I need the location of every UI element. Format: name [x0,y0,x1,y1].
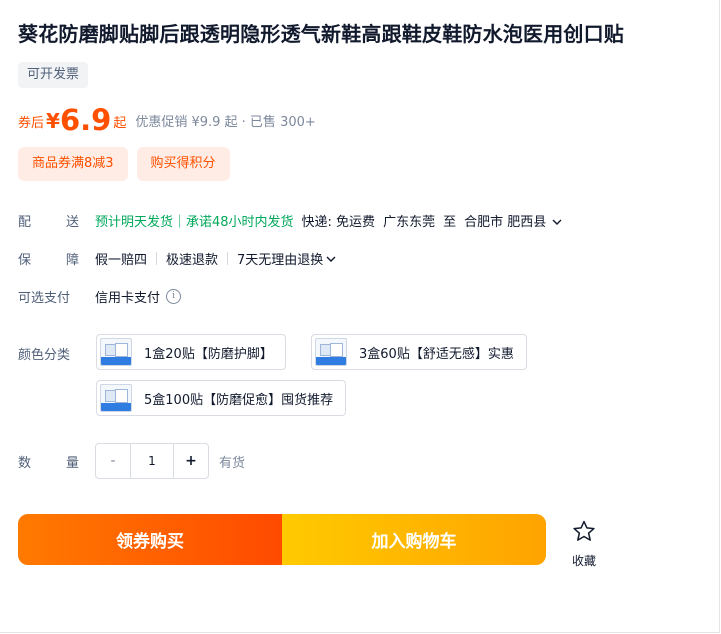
ship-origin: 广东东莞 [383,215,436,230]
payment-method: 信用卡支付 [95,291,161,306]
quantity-input[interactable]: 1 [130,444,174,478]
shipping-label-char-2: 送 [65,215,79,230]
guarantee-label: 保 障 [18,249,79,268]
guarantee-dropdown[interactable]: 7天无理由退换 [237,249,336,268]
guarantee-label-char-1: 保 [18,253,32,268]
product-panel: 葵花防磨脚贴脚后跟透明隐形透气新鞋高跟鞋皮鞋防水泡医用创口贴 可开发票 券后 ¥… [0,0,720,633]
decrease-button[interactable]: - [96,444,130,478]
sku-option-3[interactable]: 5盒100贴【防磨促愈】囤货推荐 [96,380,347,416]
action-buttons: 领券购买 加入购物车 [18,514,546,565]
payment-label: 可选支付 [18,291,71,306]
delivery-promise: 预计明天发货｜承诺48小时内发货 [95,215,294,230]
promo-price-sold: 优惠促销 ¥9.9 起 · 已售 300+ [135,115,316,130]
price-value: 6.9 [59,103,112,137]
sku-option-label: 1盒20贴【防磨护脚】 [144,346,273,362]
divider [227,252,229,265]
increase-button[interactable]: + [174,444,208,478]
star-icon [573,520,595,541]
points-tag[interactable]: 购买得积分 [136,147,230,181]
sku-thumbnail [315,338,347,366]
quantity-stepper: - 1 + [95,443,209,479]
promo-tags: 商品券满8减3 购买得积分 [18,147,230,181]
stock-status: 有货 [219,456,246,471]
price-suffix: 起 [113,116,127,131]
product-title: 葵花防磨脚贴脚后跟透明隐形透气新鞋高跟鞋皮鞋防水泡医用创口贴 [18,22,624,46]
guarantee-item: 7天无理由退换 [237,253,324,268]
ship-to: 至 [443,215,457,230]
chevron-down-icon [326,256,336,262]
currency-symbol: ¥ [46,109,60,133]
quantity-label-char-2: 量 [65,456,79,471]
guarantee-item: 极速退款 [166,253,219,268]
invoice-badge: 可开发票 [18,62,89,88]
sku-option-1[interactable]: 1盒20贴【防磨护脚】 [96,334,286,370]
favorite-button[interactable]: 收藏 [569,520,599,569]
color-label: 颜色分类 [18,348,71,363]
sku-option-label: 5盒100贴【防磨促愈】囤货推荐 [144,392,334,408]
shipping-info: 预计明天发货｜承诺48小时内发货 快递: 免运费 广东东莞 至 合肥市 肥西县 [95,211,562,230]
guarantee-label-char-2: 障 [65,253,79,268]
sku-thumbnail [100,338,132,366]
price-row: 券后 ¥ 6.9 起 优惠促销 ¥9.9 起 · 已售 300+ [18,100,316,136]
add-to-cart-button[interactable]: 加入购物车 [282,514,546,565]
ship-destination: 合肥市 肥西县 [464,215,547,230]
sku-option-2[interactable]: 3盒60贴【舒适无感】实惠 [311,334,527,370]
sku-thumbnail [100,384,132,412]
sku-option-label: 3盒60贴【舒适无感】实惠 [359,346,514,362]
shipping-label: 配 送 [18,211,79,230]
guarantee-item: 假一赔四 [95,253,148,268]
coupon-price-prefix: 券后 [18,116,45,131]
shipping-label-char-1: 配 [18,215,32,230]
ship-destination-selector[interactable]: 合肥市 肥西县 [464,211,562,230]
info-icon[interactable]: i [166,289,182,304]
quantity-label: 数 量 [18,452,79,471]
coupon-tag[interactable]: 商品券满8减3 [18,147,128,181]
buy-with-coupon-button[interactable]: 领券购买 [18,514,282,565]
divider [156,252,158,265]
guarantee-list: 假一赔四 极速退款 7天无理由退换 [95,249,336,268]
payment-info: 信用卡支付 i [95,287,182,306]
chevron-down-icon [552,219,562,225]
favorite-label: 收藏 [571,554,596,568]
express-fee: 快递: 免运费 [301,215,376,230]
quantity-label-char-1: 数 [18,456,32,471]
